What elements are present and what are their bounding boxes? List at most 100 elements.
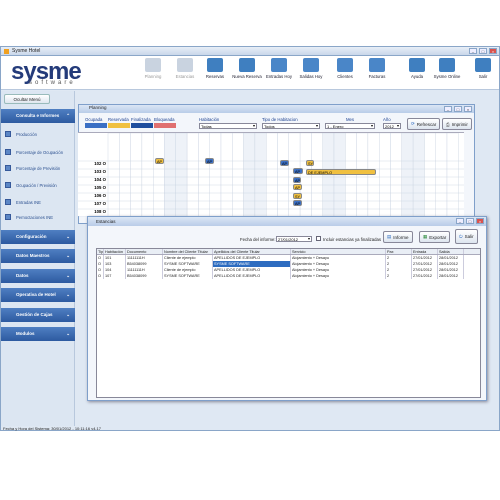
- fecha-input[interactable]: 27/01/2012: [276, 236, 312, 242]
- booking-bar[interactable]: SY: [293, 193, 302, 199]
- day-column[interactable]: [198, 133, 210, 217]
- legend-label: Reservada: [108, 117, 129, 122]
- planning-close-button[interactable]: ×: [464, 106, 472, 112]
- day-column[interactable]: [446, 133, 459, 217]
- ano-select[interactable]: 2012: [383, 123, 401, 129]
- close-button[interactable]: ×: [489, 48, 497, 54]
- refrescar-button[interactable]: ⟳ Refrescar: [407, 118, 441, 130]
- day-column[interactable]: [164, 133, 177, 217]
- booking-bar[interactable]: DE EJEMPLO: [306, 169, 376, 175]
- column-header[interactable]: Entrada: [412, 249, 438, 254]
- booking-bar[interactable]: AP: [280, 160, 289, 166]
- planning-minimize-button[interactable]: –: [444, 106, 452, 112]
- sidebar-section-configuracion[interactable]: Configuración ⌄: [1, 230, 75, 244]
- sidebar-item-ocupacion-prevision[interactable]: Ocupación / Previsión: [5, 180, 57, 190]
- toolbar-button-3[interactable]: Nueva Reserva: [230, 58, 264, 79]
- filter-tipo: Tipo de Habitacion Todos: [262, 117, 320, 129]
- column-header[interactable]: Servicio: [291, 249, 386, 254]
- toolbar-button-7[interactable]: Facturas: [360, 58, 394, 79]
- column-header[interactable]: Salida: [438, 249, 464, 254]
- table-cell: B54038099: [126, 273, 163, 279]
- app-icon: [4, 48, 9, 54]
- toolbar-button-2[interactable]: Reservas: [198, 58, 232, 79]
- sidebar-section-cajas[interactable]: Gestión de Cajas ⌄: [1, 308, 75, 322]
- column-header[interactable]: Nombre del Cliente Titular: [163, 249, 213, 254]
- day-column[interactable]: [209, 133, 222, 217]
- tipo-select[interactable]: Todos: [262, 123, 320, 129]
- hide-menu-button[interactable]: Ocultar Menú: [4, 94, 50, 104]
- mes-select[interactable]: 1 - Enero: [325, 123, 375, 129]
- habitacion-select[interactable]: Todas: [199, 123, 257, 129]
- planning-maximize-button[interactable]: □: [454, 106, 462, 112]
- toolbar-label: Facturas: [368, 74, 386, 79]
- toolbar-icon: [475, 58, 491, 72]
- day-column[interactable]: [379, 133, 391, 217]
- column-header[interactable]: Documento: [126, 249, 163, 254]
- day-column[interactable]: [424, 133, 436, 217]
- booking-bar[interactable]: AP: [293, 184, 302, 190]
- day-column[interactable]: [130, 133, 143, 217]
- booking-bar[interactable]: AP: [205, 158, 214, 164]
- sidebar-section-datos-maestros[interactable]: Datos Maestros ⌄: [1, 249, 75, 263]
- column-header[interactable]: Habitación: [104, 249, 126, 254]
- day-column[interactable]: [141, 133, 154, 217]
- table-row[interactable]: O 107 B54038099 SYSME SOFTWARE APELLIDOS DE …: [97, 273, 480, 279]
- incluir-checkbox[interactable]: [316, 236, 321, 241]
- maximize-button[interactable]: □: [479, 48, 487, 54]
- toolbar-button-4[interactable]: Entradas Hoy: [262, 58, 296, 79]
- informe-button[interactable]: ▤ Informe: [383, 231, 413, 243]
- sidebar-section-operativa[interactable]: Operativa de Hotel ⌄: [1, 288, 75, 302]
- day-column[interactable]: [345, 133, 357, 217]
- day-column[interactable]: [232, 133, 244, 217]
- day-column[interactable]: [401, 133, 414, 217]
- day-column[interactable]: [277, 133, 290, 217]
- sidebar-item-pernoctaciones-ine[interactable]: Pernoctaciones INE: [5, 212, 53, 222]
- estancias-maximize-button[interactable]: □: [466, 218, 474, 224]
- filter-mes: Mes 1 - Enero: [325, 117, 375, 129]
- toolbar-button-0[interactable]: Planning: [136, 58, 170, 79]
- booking-bar[interactable]: AP: [155, 158, 164, 164]
- column-header[interactable]: Tipo: [97, 249, 104, 254]
- day-column[interactable]: [243, 133, 256, 217]
- imprimir-button[interactable]: ⎙ Imprimir: [442, 118, 472, 130]
- sidebar-item-porcentaje-prevision[interactable]: Porcentaje de Previsión: [5, 163, 60, 173]
- sidebar-section-modulos[interactable]: Modulos ⌄: [1, 327, 75, 341]
- sidebar-item-produccion[interactable]: Producción: [5, 129, 37, 139]
- day-column[interactable]: [152, 133, 165, 217]
- day-column[interactable]: [390, 133, 403, 217]
- estancias-minimize-button[interactable]: –: [456, 218, 464, 224]
- toolbar-button-5[interactable]: Salidas Hoy: [294, 58, 328, 79]
- exportar-button[interactable]: ▦ Exportar: [419, 231, 451, 243]
- sidebar-section-consulta[interactable]: Consulta e Informes ⌃: [1, 109, 75, 123]
- day-column[interactable]: [265, 133, 278, 217]
- day-column[interactable]: [367, 133, 380, 217]
- toolbar-button-6[interactable]: Clientes: [328, 58, 362, 79]
- minimize-button[interactable]: –: [469, 48, 477, 54]
- estancias-close-button[interactable]: ×: [476, 218, 484, 224]
- day-column[interactable]: [435, 133, 448, 217]
- day-column[interactable]: [412, 133, 425, 217]
- booking-bar[interactable]: AP: [293, 177, 301, 183]
- sidebar-item-porcentaje-ocupacion[interactable]: Porcentaje de Ocupación: [5, 147, 63, 157]
- table-cell: 28/01/2012: [438, 273, 464, 279]
- day-column[interactable]: [175, 133, 188, 217]
- toolbar-button-8[interactable]: Ayuda: [400, 58, 434, 79]
- salir-button[interactable]: ⏻ Salir: [455, 229, 478, 244]
- column-header[interactable]: Pax: [386, 249, 412, 254]
- toolbar-button-1[interactable]: Estancias: [168, 58, 202, 79]
- column-header[interactable]: Apellidos del Cliente Titular: [213, 249, 291, 254]
- day-column[interactable]: [333, 133, 346, 217]
- sidebar-item-entradas-ine[interactable]: Entradas INE: [5, 197, 41, 207]
- day-column[interactable]: [356, 133, 369, 217]
- booking-bar[interactable]: AP: [293, 200, 302, 206]
- sidebar-section-datos[interactable]: Datos ⌄: [1, 269, 75, 283]
- day-column[interactable]: [186, 133, 199, 217]
- day-column[interactable]: [254, 133, 267, 217]
- toolbar-button-10[interactable]: Salir: [466, 58, 500, 79]
- day-column[interactable]: [119, 133, 131, 217]
- booking-bar[interactable]: AP: [293, 168, 303, 174]
- day-column[interactable]: [107, 133, 120, 217]
- toolbar-button-9[interactable]: Sysme Online: [430, 58, 464, 79]
- booking-bar[interactable]: SY: [306, 160, 314, 166]
- day-column[interactable]: [220, 133, 233, 217]
